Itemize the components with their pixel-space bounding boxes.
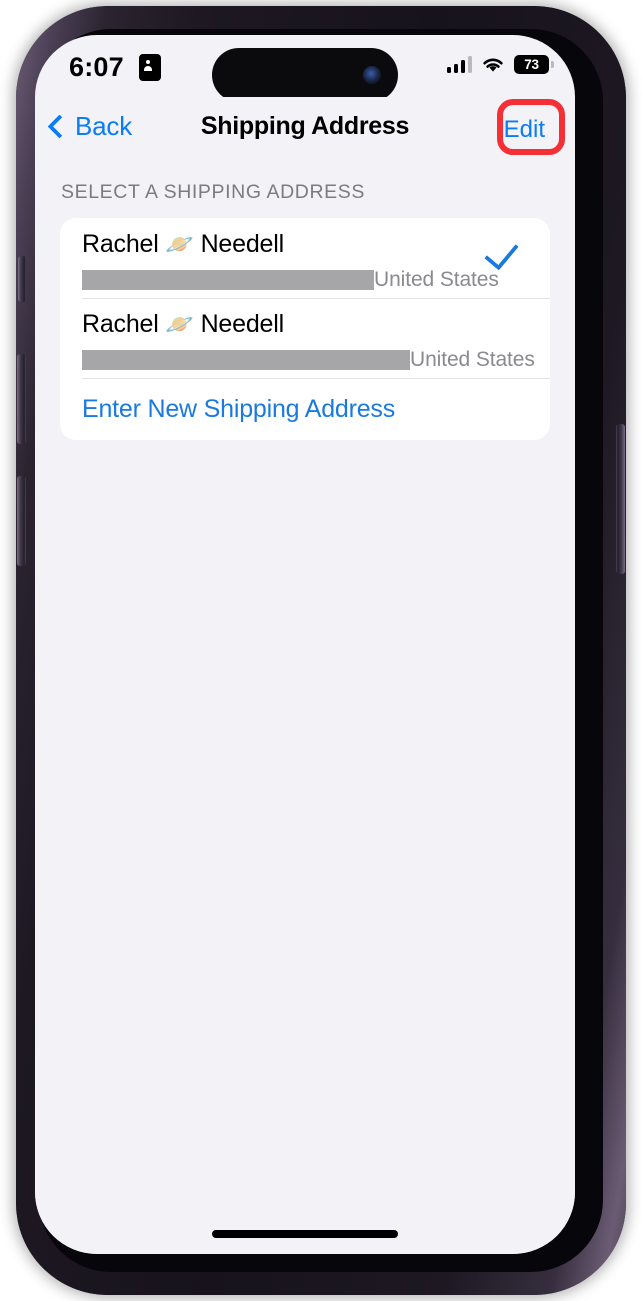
front-camera-icon bbox=[363, 66, 381, 84]
address-name: Rachel 🪐 Needell bbox=[82, 230, 284, 259]
volume-down-button[interactable] bbox=[17, 476, 26, 566]
wifi-icon bbox=[483, 58, 503, 72]
address-detail-line: United States bbox=[82, 268, 499, 292]
enter-new-shipping-address-button[interactable]: Enter New Shipping Address bbox=[60, 378, 550, 440]
selected-checkmark-icon bbox=[484, 234, 519, 271]
address-last-name: Needell bbox=[200, 310, 285, 338]
power-button[interactable] bbox=[616, 424, 625, 574]
ringed-planet-emoji-icon: 🪐 bbox=[165, 231, 194, 257]
contact-card-icon bbox=[139, 54, 161, 81]
volume-up-button[interactable] bbox=[17, 354, 26, 444]
redacted-address-bar bbox=[82, 270, 374, 290]
ringed-planet-emoji-icon: 🪐 bbox=[165, 311, 194, 337]
address-country: United States bbox=[410, 348, 535, 371]
address-list-card: Rachel 🪐 Needell United States Rachel 🪐 … bbox=[60, 218, 550, 440]
battery-percent-label: 73 bbox=[524, 56, 539, 72]
battery-icon: 73 bbox=[514, 55, 554, 74]
address-country: United States bbox=[374, 268, 499, 291]
redacted-address-bar bbox=[82, 350, 410, 370]
edit-button[interactable]: Edit bbox=[504, 116, 545, 144]
main-content: SELECT A SHIPPING ADDRESS Rachel 🪐 Neede… bbox=[35, 159, 575, 1254]
dynamic-island bbox=[212, 48, 398, 102]
address-row[interactable]: Rachel 🪐 Needell United States bbox=[60, 218, 550, 298]
address-detail-line: United States bbox=[82, 348, 535, 372]
status-bar: 6:07 73 bbox=[35, 35, 575, 102]
address-name: Rachel 🪐 Needell bbox=[82, 310, 284, 339]
status-indicators: 73 bbox=[446, 55, 554, 74]
address-row[interactable]: Rachel 🪐 Needell United States bbox=[60, 298, 550, 378]
phone-screen: 6:07 73 Back Shipping Address Edit SELEC… bbox=[35, 35, 575, 1254]
address-first-name: Rachel bbox=[82, 310, 159, 338]
address-last-name: Needell bbox=[200, 230, 285, 258]
silent-switch-button[interactable] bbox=[18, 256, 26, 302]
home-indicator[interactable] bbox=[212, 1230, 398, 1238]
address-first-name: Rachel bbox=[82, 230, 159, 258]
section-header: SELECT A SHIPPING ADDRESS bbox=[61, 181, 365, 203]
page-title: Shipping Address bbox=[200, 112, 410, 140]
navigation-bar: Back Shipping Address Edit bbox=[35, 97, 575, 159]
status-time: 6:07 bbox=[69, 52, 124, 82]
cellular-signal-icon bbox=[446, 56, 472, 73]
enter-new-shipping-address-label: Enter New Shipping Address bbox=[82, 394, 396, 423]
